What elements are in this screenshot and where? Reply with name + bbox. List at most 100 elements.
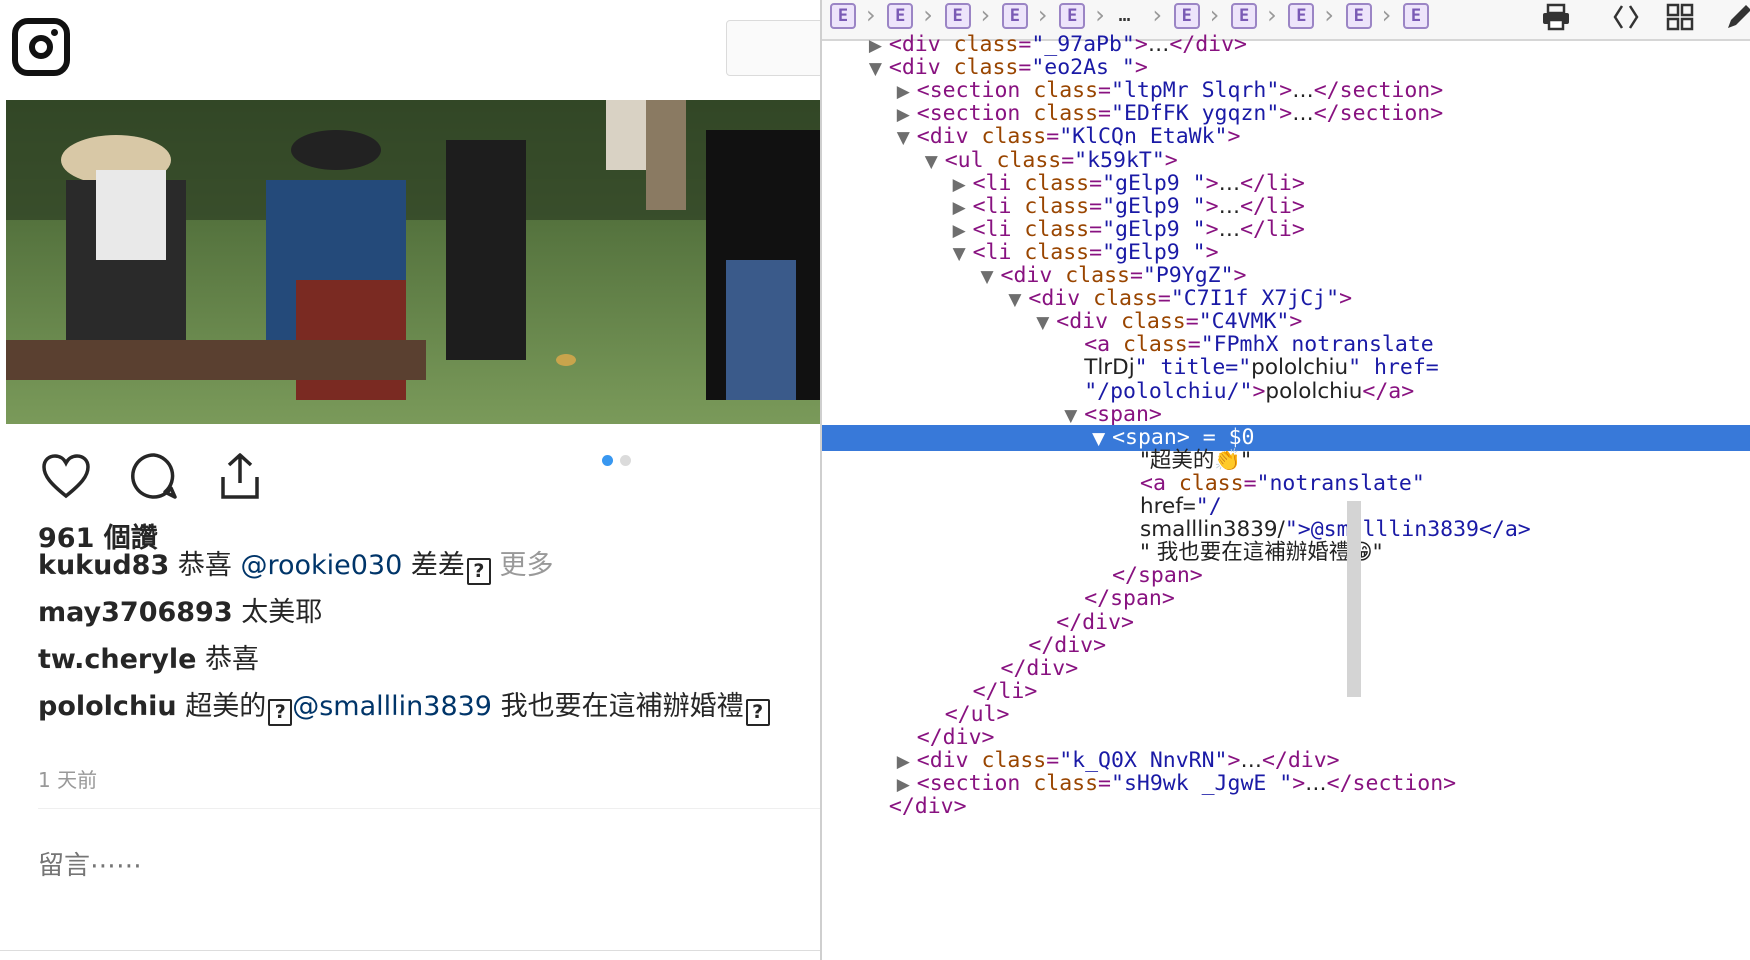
dom-node[interactable]: </span> <box>1112 563 1203 589</box>
dom-node[interactable]: ▶ <div class="_97aPb">…</div> <box>869 32 1247 58</box>
carousel-dot-active <box>602 455 613 466</box>
print-icon[interactable] <box>1540 2 1572 32</box>
comment-mention[interactable]: @smalllin3839 <box>292 691 492 722</box>
comment-mention[interactable]: @rookie030 <box>240 550 402 581</box>
breadcrumb-separator-icon: › <box>1095 1 1105 29</box>
breadcrumb-element-icon[interactable]: E <box>830 3 856 29</box>
comment-text: 恭喜 <box>196 644 259 675</box>
dom-node[interactable]: ▶ <li class="gElp9 ">…</li> <box>953 217 1305 243</box>
missing-glyph-icon: ? <box>745 699 770 726</box>
comment-username[interactable]: may3706893 <box>38 597 233 628</box>
breadcrumb-separator-icon: › <box>1267 1 1277 29</box>
dom-node[interactable]: ▼ <div class="C7I1f X7jCj"> <box>1008 286 1352 312</box>
dom-node[interactable]: </li> <box>973 679 1038 705</box>
comment-input[interactable] <box>38 846 778 886</box>
pen-icon[interactable] <box>1722 2 1750 32</box>
breadcrumb-element-icon[interactable]: E <box>1403 3 1429 29</box>
dom-node[interactable]: ▼ <div class="eo2As "> <box>869 55 1148 81</box>
dom-node[interactable]: ▼ <span> <box>1064 402 1162 428</box>
comment-row: kukud83 恭喜 @rookie030 差差? 更多 <box>38 548 553 585</box>
comment-text: 超美的 <box>176 691 267 722</box>
dom-node[interactable]: ▶ <li class="gElp9 ">…</li> <box>953 194 1305 220</box>
triangle-down-icon: ▼ <box>896 128 910 149</box>
search-input[interactable] <box>726 20 822 76</box>
dom-node[interactable]: ▼ <div class="C4VMK"> <box>1036 309 1302 335</box>
post-photo[interactable] <box>6 100 822 424</box>
triangle-down-icon: ▼ <box>1092 428 1106 449</box>
dom-node[interactable]: </div> <box>889 794 967 820</box>
breadcrumb-element-icon[interactable]: E <box>1345 3 1372 29</box>
breadcrumb-separator-icon: › <box>1037 1 1048 29</box>
dom-node[interactable]: </div> <box>1001 656 1079 682</box>
breadcrumb-element-icon[interactable]: E <box>1173 3 1200 29</box>
instagram-logo-icon[interactable] <box>12 18 70 76</box>
heart-icon[interactable] <box>38 448 94 504</box>
dom-node[interactable]: </div> <box>1056 610 1134 636</box>
comment-username[interactable]: kukud83 <box>38 550 169 581</box>
carousel-indicator <box>602 455 631 466</box>
breadcrumb-separator-icon: › <box>1209 1 1220 29</box>
breadcrumb-separator-icon: › <box>1152 1 1163 29</box>
dom-node[interactable]: <a class="FPmhX notranslate <box>1084 332 1434 358</box>
triangle-down-icon: ▼ <box>1008 290 1022 311</box>
breadcrumb-element-icon[interactable]: E <box>1231 3 1258 29</box>
dom-node[interactable]: <a class="notranslate" <box>1140 471 1425 497</box>
comment-username[interactable]: tw.cheryle <box>38 644 196 675</box>
dom-node[interactable]: "超美的👏" <box>1140 448 1251 474</box>
breadcrumb-separator-icon: › <box>980 1 991 29</box>
comment-username[interactable]: pololchiu <box>38 691 177 722</box>
breadcrumb-element-icon[interactable]: E <box>1288 3 1315 29</box>
dom-node[interactable]: ▼ <ul class="k59kT"> <box>925 148 1178 174</box>
dom-node[interactable]: ▼ <span> = $0 <box>822 424 1750 451</box>
dom-node[interactable]: ▶ <li class="gElp9 ">…</li> <box>953 171 1305 197</box>
more-link[interactable]: 更多 <box>491 550 553 581</box>
dom-node[interactable]: smalllin3839/">@smalllin3839</a> <box>1140 517 1531 543</box>
triangle-down-icon: ▼ <box>868 59 882 80</box>
dom-node[interactable]: TlrDj" title="pololchiu" href= <box>1084 355 1439 381</box>
comment-row: tw.cheryle 恭喜 <box>38 642 259 678</box>
comment-text: 恭喜 <box>169 550 241 581</box>
dom-node[interactable]: ▶ <div class="k_Q0X NnvRN">…</div> <box>897 748 1340 774</box>
comment-text: 太美耶 <box>232 597 323 628</box>
dom-node[interactable]: ▼ <li class="gElp9 "> <box>953 240 1219 266</box>
dom-node[interactable]: ▶ <section class="EDfFK ygqzn">…</section… <box>897 101 1443 127</box>
dom-node[interactable]: ▶ <section class="ltpMr Slqrh">…</section… <box>897 78 1443 104</box>
dom-node[interactable]: </div> <box>1028 633 1106 659</box>
triangle-down-icon: ▼ <box>952 243 966 264</box>
comment-icon[interactable] <box>126 448 182 504</box>
breadcrumb-separator-icon: › <box>1381 1 1392 29</box>
divider <box>0 950 822 951</box>
dom-node[interactable]: </div> <box>917 725 995 751</box>
missing-glyph-icon: ? <box>268 699 293 726</box>
dom-node[interactable]: ▼ <div class="P9YgZ"> <box>981 263 1247 289</box>
breadcrumb-ellipsis[interactable]: … <box>1119 2 1131 26</box>
comment-row: may3706893 太美耶 <box>38 595 322 631</box>
comment-text: 我也要在這補辦婚禮 <box>491 691 744 722</box>
post-actions <box>0 440 822 510</box>
triangle-down-icon: ▼ <box>1036 313 1050 334</box>
dom-node[interactable]: </ul> <box>945 702 1010 728</box>
carousel-dot <box>620 455 631 466</box>
dom-node[interactable]: href="/ <box>1140 494 1222 520</box>
divider <box>38 808 822 809</box>
breadcrumb-element-icon[interactable]: E <box>1001 3 1028 29</box>
breadcrumb-element-icon[interactable]: E <box>1059 3 1086 29</box>
breadcrumb-separator-icon: › <box>866 1 876 29</box>
instagram-post-panel: 961 個讚 kukud83 恭喜 @rookie030 差差? 更多 may3… <box>0 0 822 960</box>
code-brackets-icon[interactable] <box>1610 2 1642 32</box>
triangle-down-icon: ▼ <box>924 151 938 172</box>
dom-node[interactable]: ▶ <section class="sH9wk _JgwE ">…</sectio… <box>897 771 1456 797</box>
breadcrumb-separator-icon: › <box>1324 1 1334 29</box>
devtools-inspector-panel: E › E › E › E › E › … › E › E › E › E › E ▶ <div class="_97aP… <box>820 0 1750 960</box>
dom-node[interactable]: ▼ <div class="KlCQn EtaWk"> <box>897 124 1241 150</box>
dom-node[interactable]: </span> <box>1084 586 1175 612</box>
grid-icon[interactable] <box>1664 2 1696 32</box>
dom-node[interactable]: "/pololchiu/">pololchiu</a> <box>1084 379 1414 405</box>
comment-row: pololchiu 超美的? @smalllin3839 我也要在這補辦婚禮? <box>38 689 770 726</box>
breadcrumb-element-icon[interactable]: E <box>944 3 971 29</box>
post-timestamp[interactable]: 1 天前 <box>38 764 97 793</box>
share-icon[interactable] <box>212 448 268 504</box>
breadcrumb-element-icon[interactable]: E <box>887 3 914 29</box>
breadcrumb-separator-icon: › <box>923 1 933 29</box>
missing-glyph-icon: ? <box>466 558 491 585</box>
